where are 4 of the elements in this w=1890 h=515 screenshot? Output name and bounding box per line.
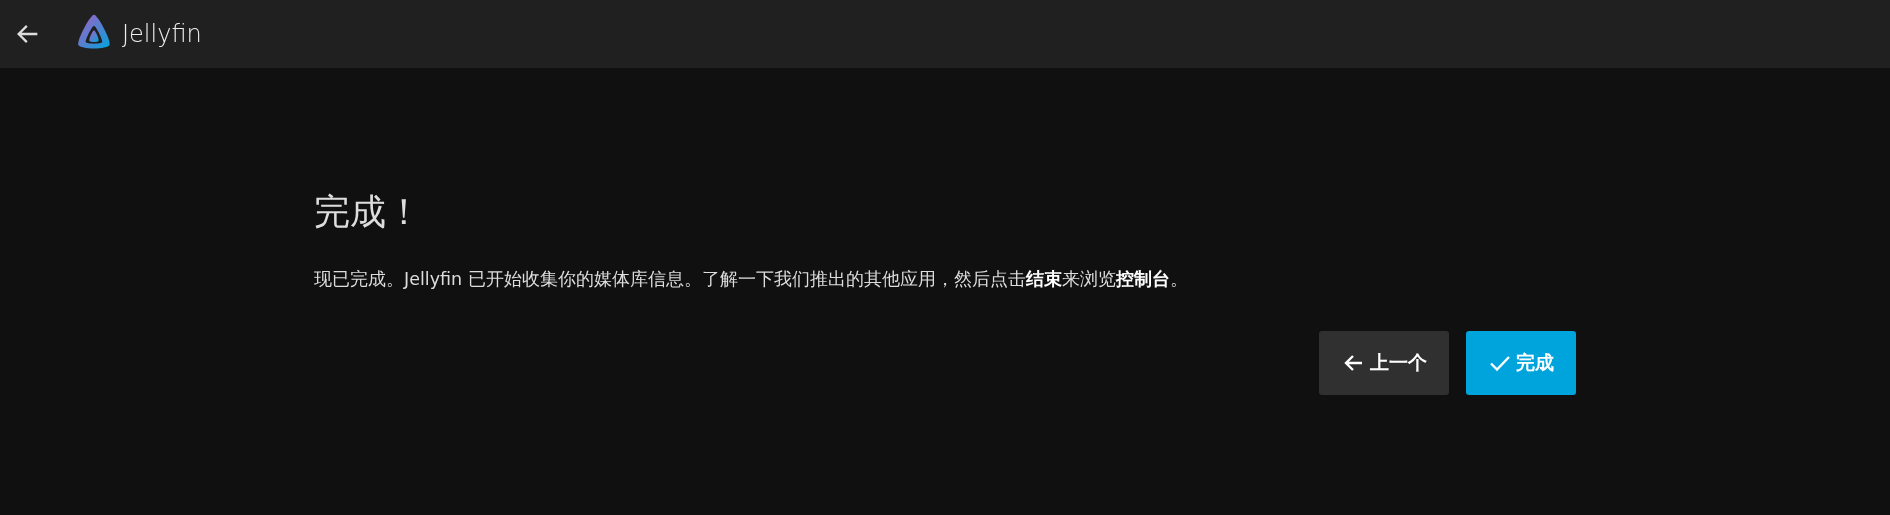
- completion-message: 现已完成。Jellyfin 已开始收集你的媒体库信息。了解一下我们推出的其他应用，然后点击结束来浏览控制台。: [314, 268, 1189, 292]
- app-title: Jellyfin: [122, 20, 202, 48]
- back-button[interactable]: 上一个: [1319, 331, 1449, 396]
- page-heading: 完成！: [314, 190, 423, 234]
